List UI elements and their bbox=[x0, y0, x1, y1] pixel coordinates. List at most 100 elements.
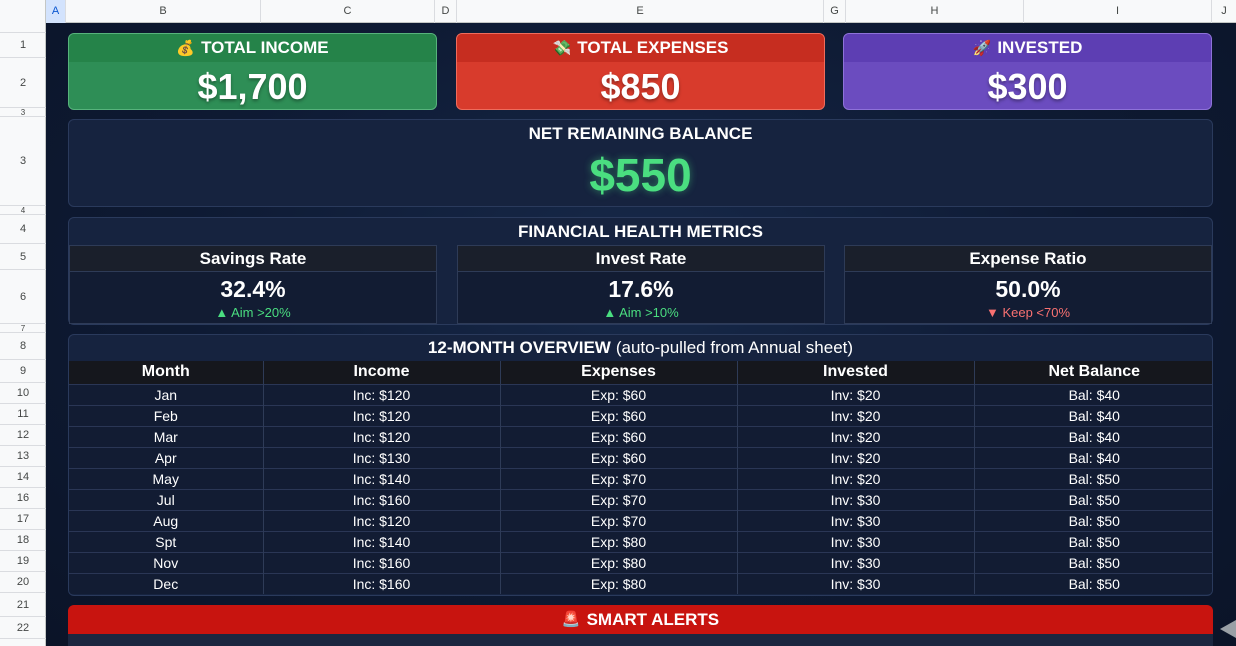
net-balance-cell[interactable]: Bal: $50 bbox=[974, 488, 1212, 510]
row-header[interactable]: 22 bbox=[0, 617, 46, 639]
row-header[interactable]: 7 bbox=[0, 324, 46, 333]
header-expenses[interactable]: Expenses bbox=[500, 361, 738, 384]
month-cell[interactable]: Apr bbox=[69, 446, 264, 468]
income-cell[interactable]: Inc: $120 bbox=[263, 383, 501, 405]
column-header-d[interactable]: D bbox=[435, 0, 457, 23]
smart-alerts-header[interactable]: 🚨 SMART ALERTS bbox=[68, 605, 1213, 634]
row-header[interactable]: 5 bbox=[0, 244, 46, 270]
income-cell[interactable]: Inc: $160 bbox=[263, 572, 501, 594]
header-income[interactable]: Income bbox=[263, 361, 501, 384]
invested-cell[interactable]: Inv: $20 bbox=[737, 446, 975, 468]
row-header[interactable]: 13 bbox=[0, 446, 46, 467]
net-balance-cell[interactable]: Bal: $50 bbox=[974, 530, 1212, 552]
invested-cell[interactable]: Inv: $20 bbox=[737, 383, 975, 405]
row-header[interactable]: 11 bbox=[0, 404, 46, 425]
row-header[interactable]: 9 bbox=[0, 360, 46, 383]
expenses-cell[interactable]: Exp: $60 bbox=[500, 446, 738, 468]
invested-cell[interactable]: Inv: $30 bbox=[737, 551, 975, 573]
net-balance-cell[interactable]: Bal: $50 bbox=[974, 572, 1212, 594]
row-header[interactable]: 17 bbox=[0, 509, 46, 530]
month-cell[interactable]: Nov bbox=[69, 551, 264, 573]
expenses-cell[interactable]: Exp: $60 bbox=[500, 383, 738, 405]
row-header[interactable]: 8 bbox=[0, 333, 46, 360]
net-balance-cell[interactable]: Bal: $40 bbox=[974, 404, 1212, 426]
row-header[interactable]: 10 bbox=[0, 383, 46, 404]
row-header[interactable]: 20 bbox=[0, 572, 46, 593]
expense-ratio-metric[interactable]: Expense Ratio 50.0% ▼ Keep <70% bbox=[844, 245, 1212, 324]
row-header[interactable]: 21 bbox=[0, 593, 46, 617]
column-header-a[interactable]: A bbox=[46, 0, 66, 23]
column-header-c[interactable]: C bbox=[261, 0, 435, 23]
invested-cell[interactable]: Inv: $30 bbox=[737, 509, 975, 531]
income-cell[interactable]: Inc: $140 bbox=[263, 530, 501, 552]
header-month[interactable]: Month bbox=[69, 361, 264, 384]
column-header-e[interactable]: E bbox=[457, 0, 824, 23]
month-cell[interactable]: Aug bbox=[69, 509, 264, 531]
month-cell[interactable]: Feb bbox=[69, 404, 264, 426]
invested-card[interactable]: 🚀 INVESTED $300 bbox=[843, 33, 1212, 110]
row-header[interactable]: 14 bbox=[0, 467, 46, 488]
month-cell[interactable]: Mar bbox=[69, 425, 264, 447]
row-header[interactable]: 18 bbox=[0, 530, 46, 551]
expenses-cell[interactable]: Exp: $80 bbox=[500, 572, 738, 594]
income-cell[interactable]: Inc: $120 bbox=[263, 509, 501, 531]
expenses-cell[interactable]: Exp: $80 bbox=[500, 530, 738, 552]
expenses-cell[interactable]: Exp: $80 bbox=[500, 551, 738, 573]
invested-cell[interactable]: Inv: $20 bbox=[737, 404, 975, 426]
income-cell[interactable]: Inc: $130 bbox=[263, 446, 501, 468]
invest-rate-metric[interactable]: Invest Rate 17.6% ▲ Aim >10% bbox=[457, 245, 825, 324]
income-cell[interactable]: Inc: $160 bbox=[263, 551, 501, 573]
column-header-i[interactable]: I bbox=[1024, 0, 1212, 23]
month-cell[interactable]: Jan bbox=[69, 383, 264, 405]
overview-subtitle: (auto-pulled from Annual sheet) bbox=[615, 338, 854, 357]
net-balance-cell[interactable]: Bal: $40 bbox=[974, 383, 1212, 405]
expenses-cell[interactable]: Exp: $70 bbox=[500, 488, 738, 510]
row-header[interactable]: 4 bbox=[0, 206, 46, 215]
row-header[interactable]: 1 bbox=[0, 33, 46, 58]
net-balance-panel[interactable]: NET REMAINING BALANCE $550 bbox=[68, 119, 1213, 207]
income-cell[interactable]: Inc: $120 bbox=[263, 404, 501, 426]
month-cell[interactable]: Spt bbox=[69, 530, 264, 552]
total-income-card[interactable]: 💰 TOTAL INCOME $1,700 bbox=[68, 33, 437, 110]
net-balance-cell[interactable]: Bal: $50 bbox=[974, 551, 1212, 573]
net-balance-cell[interactable]: Bal: $50 bbox=[974, 467, 1212, 489]
row-header[interactable]: 3 bbox=[0, 108, 46, 117]
header-invested[interactable]: Invested bbox=[737, 361, 975, 384]
net-balance-cell[interactable]: Bal: $50 bbox=[974, 509, 1212, 531]
column-header-h[interactable]: H bbox=[846, 0, 1024, 23]
invested-cell[interactable]: Inv: $20 bbox=[737, 467, 975, 489]
expenses-cell[interactable]: Exp: $70 bbox=[500, 467, 738, 489]
metric-value: 17.6% bbox=[608, 276, 674, 302]
row-header[interactable]: 12 bbox=[0, 425, 46, 446]
income-cell[interactable]: Inc: $120 bbox=[263, 425, 501, 447]
column-header-j[interactable]: J bbox=[1212, 0, 1236, 23]
income-cell[interactable]: Inc: $140 bbox=[263, 467, 501, 489]
savings-rate-metric[interactable]: Savings Rate 32.4% ▲ Aim >20% bbox=[69, 245, 437, 324]
row-header[interactable]: 2 bbox=[0, 58, 46, 108]
income-cell[interactable]: Inc: $160 bbox=[263, 488, 501, 510]
money-bag-icon: 💰 bbox=[176, 39, 196, 57]
expenses-cell[interactable]: Exp: $60 bbox=[500, 425, 738, 447]
invested-cell[interactable]: Inv: $30 bbox=[737, 530, 975, 552]
net-balance-cell[interactable]: Bal: $40 bbox=[974, 425, 1212, 447]
month-cell[interactable]: Jul bbox=[69, 488, 264, 510]
select-all-corner[interactable] bbox=[0, 0, 46, 23]
row-header[interactable]: 4 bbox=[0, 215, 46, 244]
expenses-cell[interactable]: Exp: $70 bbox=[500, 509, 738, 531]
total-expenses-card[interactable]: 💸 TOTAL EXPENSES $850 bbox=[456, 33, 825, 110]
month-cell[interactable]: Dec bbox=[69, 572, 264, 594]
scroll-left-arrow-icon[interactable] bbox=[1220, 620, 1236, 638]
column-header-b[interactable]: B bbox=[66, 0, 261, 23]
header-net-balance[interactable]: Net Balance bbox=[974, 361, 1212, 384]
column-header-g[interactable]: G bbox=[824, 0, 846, 23]
expenses-cell[interactable]: Exp: $60 bbox=[500, 404, 738, 426]
month-cell[interactable]: May bbox=[69, 467, 264, 489]
net-balance-cell[interactable]: Bal: $40 bbox=[974, 446, 1212, 468]
invested-cell[interactable]: Inv: $30 bbox=[737, 488, 975, 510]
row-header[interactable]: 6 bbox=[0, 270, 46, 324]
row-header[interactable]: 3 bbox=[0, 117, 46, 206]
invested-cell[interactable]: Inv: $20 bbox=[737, 425, 975, 447]
invested-cell[interactable]: Inv: $30 bbox=[737, 572, 975, 594]
row-header[interactable]: 16 bbox=[0, 488, 46, 509]
row-header[interactable]: 19 bbox=[0, 551, 46, 572]
